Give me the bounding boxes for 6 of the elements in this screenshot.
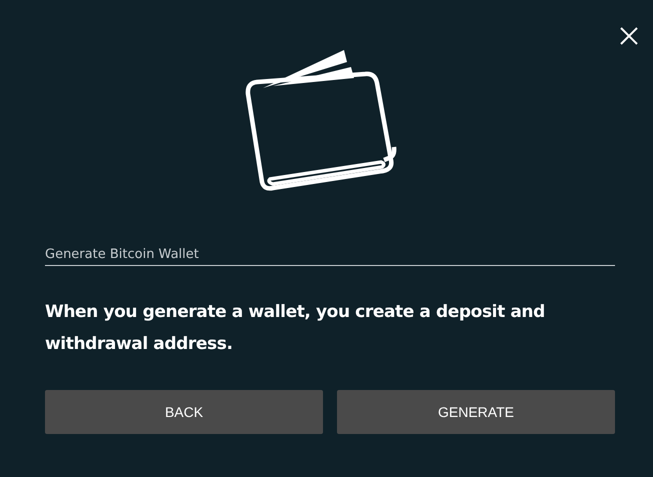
wallet-icon (243, 50, 397, 192)
dialog-title: Generate Bitcoin Wallet (45, 247, 615, 266)
close-icon[interactable] (620, 27, 638, 45)
message-text: When you generate a wallet, you create a deposit and withdrawal address. (45, 301, 546, 356)
back-button[interactable]: BACK (45, 390, 323, 434)
generate-button[interactable]: GENERATE (337, 390, 615, 434)
